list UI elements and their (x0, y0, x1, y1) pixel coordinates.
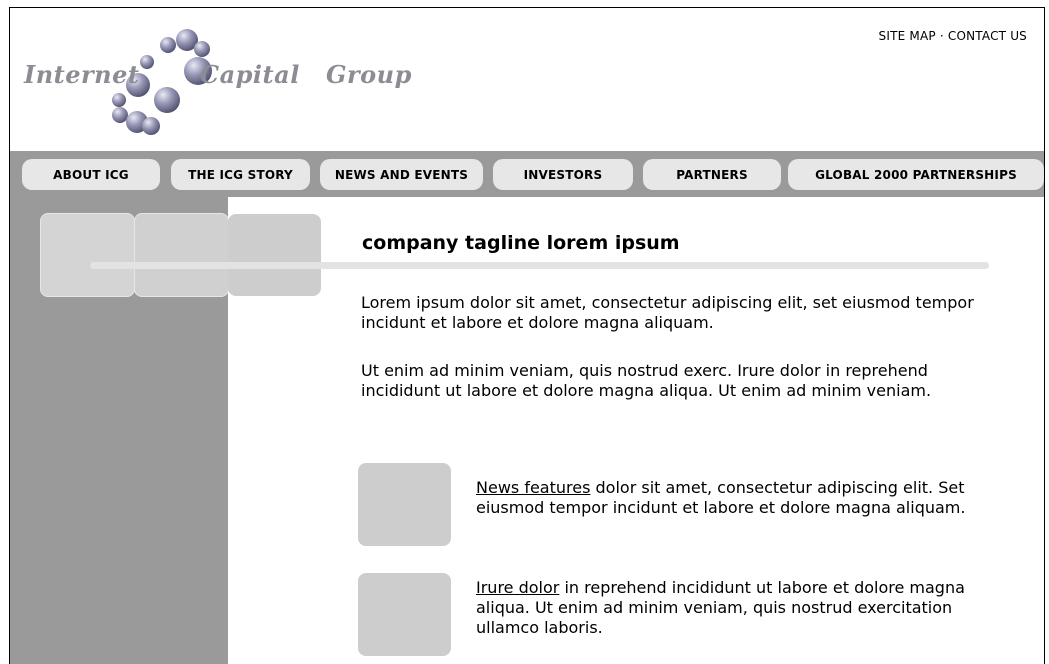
main-nav: ABOUT ICG THE ICG STORY NEWS AND EVENTS … (10, 151, 1044, 197)
nav-tab-about-icg[interactable]: ABOUT ICG (22, 159, 160, 190)
image-placeholder (228, 214, 321, 296)
contact-us-link[interactable]: CONTACT US (948, 29, 1027, 43)
nav-tab-icg-story[interactable]: THE ICG STORY (171, 159, 310, 190)
image-placeholder (134, 213, 229, 297)
site-map-link[interactable]: SITE MAP (879, 29, 936, 43)
nav-tab-news-events[interactable]: NEWS AND EVENTS (320, 159, 483, 190)
irure-dolor-link[interactable]: Irure dolor (476, 578, 559, 597)
divider-bar (90, 262, 989, 269)
logo-word-capital: Capital (200, 60, 300, 89)
nav-tab-investors[interactable]: INVESTORS (493, 159, 633, 190)
logo-word-internet: Internet (24, 60, 140, 89)
logo-sphere (140, 55, 154, 69)
company-tagline: company tagline lorem ipsum (362, 232, 680, 254)
nav-tab-global-2000[interactable]: GLOBAL 2000 PARTNERSHIPS (788, 159, 1044, 190)
link-separator: · (939, 29, 944, 43)
logo-sphere (112, 93, 126, 107)
logo-sphere (154, 87, 180, 113)
feature-thumbnail (358, 573, 451, 656)
feature-thumbnail (358, 463, 451, 546)
utility-links: SITE MAP · CONTACT US (879, 29, 1027, 43)
intro-paragraph: Lorem ipsum dolor sit amet, consectetur … (361, 293, 974, 332)
feature-item: News features dolor sit amet, consectetu… (476, 478, 986, 518)
page-frame: Internet Capital Group SITE MAP · CONTAC… (9, 7, 1045, 664)
nav-tab-partners[interactable]: PARTNERS (643, 159, 781, 190)
feature-item: Irure dolor in reprehend incididunt ut l… (476, 578, 986, 638)
intro-paragraph: Ut enim ad minim veniam, quis nostrud ex… (361, 361, 932, 400)
logo-sphere (194, 41, 210, 57)
logo-sphere (142, 117, 160, 135)
logo-word-group: Group (326, 60, 412, 89)
news-features-link[interactable]: News features (476, 478, 590, 497)
image-placeholder (40, 213, 135, 297)
logo-sphere (160, 37, 176, 53)
